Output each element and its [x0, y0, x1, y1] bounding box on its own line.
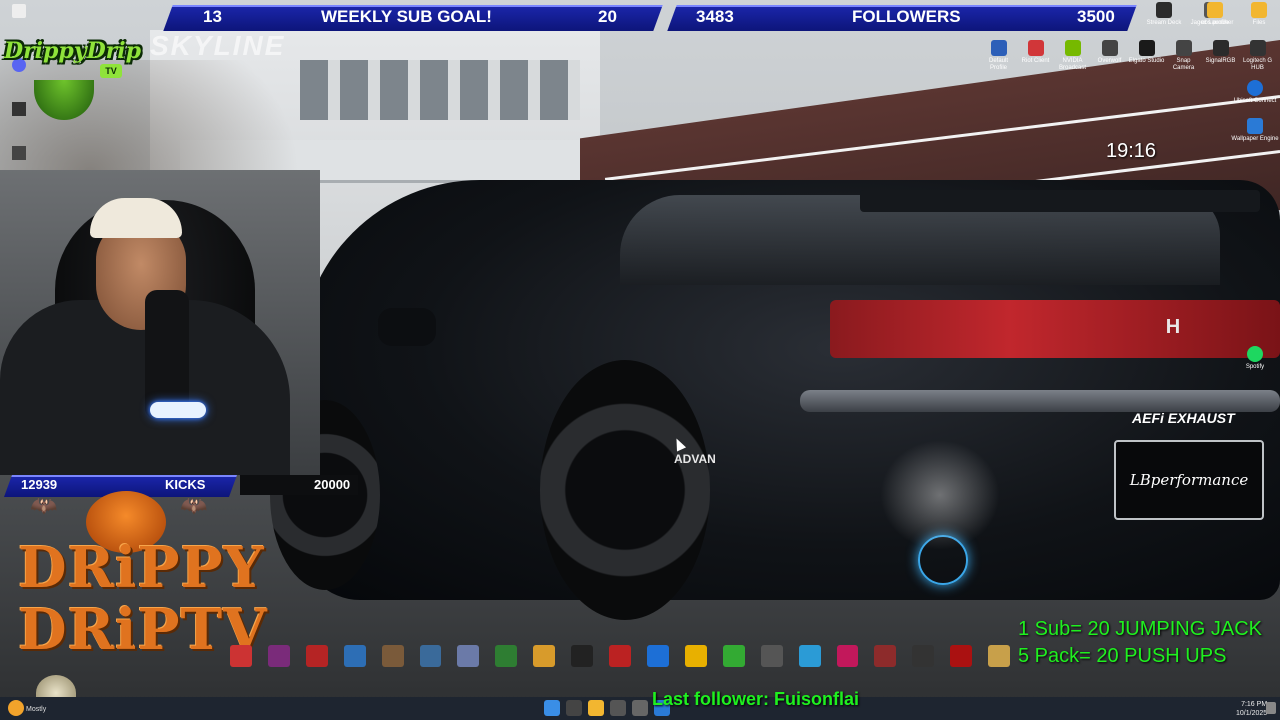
signalrgb-icon — [1212, 40, 1229, 56]
desktop-icon-ubisoft[interactable]: Ubisoft Connect — [1231, 80, 1279, 105]
app-icon[interactable] — [571, 645, 594, 667]
logitech-icon — [1249, 40, 1266, 56]
car-rear-wheel — [540, 360, 710, 620]
rule-line-2: 5 Pack= 20 PUSH UPS — [1018, 645, 1227, 667]
desktop-clock: 19:16 — [1106, 140, 1157, 162]
mic-light — [150, 402, 206, 418]
desktop-icon-overwolf[interactable]: Overwolf — [1091, 40, 1128, 72]
wallpaper-engine-icon — [1247, 118, 1263, 134]
elgato-icon — [1138, 40, 1155, 56]
advan-tyre-text: ADVAN — [674, 452, 716, 466]
car-tail-lights — [830, 300, 1280, 358]
desktop-icon-snap-camera[interactable]: Snap Camera — [1165, 40, 1202, 72]
app-icon[interactable] — [646, 645, 669, 667]
microphone — [145, 290, 189, 420]
desktop-icon-riot[interactable]: Riot Client — [1017, 40, 1054, 72]
spotify-icon — [1247, 346, 1263, 362]
bat-icon: 🦇 — [30, 493, 58, 518]
desktop-icon-files[interactable]: Files — [1237, 2, 1280, 27]
app-icon[interactable] — [988, 645, 1011, 667]
car-spoiler — [860, 190, 1260, 212]
followers-current: 3483 — [696, 7, 734, 26]
app-icon[interactable] — [495, 645, 518, 667]
folder-icon — [1251, 2, 1267, 18]
app-icon[interactable] — [836, 645, 859, 667]
overwolf-icon — [1101, 40, 1118, 56]
app-icon[interactable] — [230, 645, 252, 667]
app-icon[interactable] — [457, 645, 480, 667]
recycle-bin-icon[interactable] — [12, 4, 26, 18]
bat-icon: 🦇 — [180, 493, 208, 518]
desktop-icon-elgato[interactable]: Elgato Studio — [1128, 40, 1165, 72]
drippydrip-logo: DrippyDrip TV — [4, 24, 141, 124]
app-icon[interactable] — [632, 700, 648, 716]
car-mirror — [378, 308, 436, 346]
desktop-icon-obs-profile[interactable]: obs profile — [1193, 2, 1237, 27]
nvidia-icon — [1064, 40, 1081, 56]
bottom-desktop-icons — [230, 645, 1011, 677]
honda-logo: H — [1165, 316, 1181, 338]
kicks-target: 20000 — [314, 477, 351, 492]
halloween-logo: 🦇 🦇 DRiPPY DRiPTV — [10, 485, 267, 715]
desktop-icon-nvidia[interactable]: NVIDIA Broadcast — [1054, 40, 1091, 72]
file-explorer-icon[interactable] — [588, 700, 604, 716]
skyline-watermark: SKYLINE — [150, 30, 286, 61]
logo-tv-badge: TV — [100, 64, 122, 78]
taskbar-clock[interactable]: 7:16 PM 10/1/2025 — [1236, 700, 1267, 718]
ubisoft-icon — [1247, 80, 1263, 96]
riot-icon — [1027, 40, 1044, 56]
desktop-icon-default-profile[interactable]: Default Profile — [980, 40, 1017, 72]
app-icon[interactable] — [305, 645, 328, 667]
app-icon[interactable] — [533, 645, 556, 667]
app-icon[interactable] — [722, 645, 745, 667]
camera-icon — [1175, 40, 1192, 56]
taskbar-date: 10/1/2025 — [1236, 710, 1268, 717]
logo-text: DrippyDrip — [4, 38, 141, 64]
app-icon[interactable] — [760, 645, 783, 667]
stream-deck-icon — [1156, 2, 1172, 18]
halloween-logo-line1: DRiPPY — [18, 535, 265, 601]
rule-line-1: 1 Sub= 20 JUMPING JACK — [1018, 618, 1262, 640]
desktop-icon-wallpaper-engine[interactable]: Wallpaper Engine — [1231, 118, 1279, 143]
app-icon[interactable] — [798, 645, 821, 667]
app-icon[interactable] — [684, 645, 707, 667]
followers-label: FOLLOWERS — [852, 7, 961, 26]
app-icon[interactable] — [12, 146, 26, 160]
sub-goal-target: 20 — [598, 7, 617, 26]
logo-drip — [34, 80, 94, 120]
desktop-icon-logitech[interactable]: Logitech G HUB — [1239, 40, 1276, 72]
desktop-icon-stream-deck[interactable]: Stream Deck — [1140, 2, 1188, 27]
sub-goal-current: 13 — [203, 7, 222, 26]
windows-start-icon[interactable] — [544, 700, 560, 716]
app-icon[interactable] — [912, 645, 935, 667]
profile-icon — [990, 40, 1007, 56]
building-windows — [300, 60, 580, 120]
license-plate: LBperformance — [1114, 440, 1264, 520]
app-icon[interactable] — [874, 645, 897, 667]
app-icon[interactable] — [267, 645, 290, 667]
folder-icon — [1207, 2, 1223, 18]
app-icon[interactable] — [343, 645, 366, 667]
weather-label: Mostly — [26, 706, 47, 713]
desktop-icons-row: Default Profile Riot Client NVIDIA Broad… — [980, 40, 1276, 72]
search-icon[interactable] — [566, 700, 582, 716]
desktop-icon-signalrgb[interactable]: SignalRGB — [1202, 40, 1239, 72]
app-icon[interactable] — [610, 700, 626, 716]
exhaust-badge: AEFi EXHAUST — [1132, 410, 1235, 426]
exhaust-smoke — [880, 440, 1000, 550]
notification-icon[interactable] — [1266, 702, 1276, 714]
app-icon[interactable] — [609, 645, 631, 667]
app-icon[interactable] — [381, 645, 404, 667]
app-icon[interactable] — [419, 645, 442, 667]
car-bumper — [800, 390, 1280, 412]
weather-icon[interactable] — [8, 700, 24, 716]
followers-target: 3500 — [1077, 7, 1115, 26]
app-icon[interactable] — [950, 645, 973, 667]
sub-goal-label: WEEKLY SUB GOAL! — [321, 7, 492, 26]
last-follower-ticker: Last follower: Fuisonflai — [652, 689, 860, 709]
webcam-feed — [0, 170, 320, 475]
desktop-top-icons-right: obs profile Files — [1193, 2, 1280, 27]
desktop-icon-spotify[interactable]: Spotify — [1231, 346, 1279, 371]
taskbar-time: 7:16 PM — [1241, 701, 1268, 708]
